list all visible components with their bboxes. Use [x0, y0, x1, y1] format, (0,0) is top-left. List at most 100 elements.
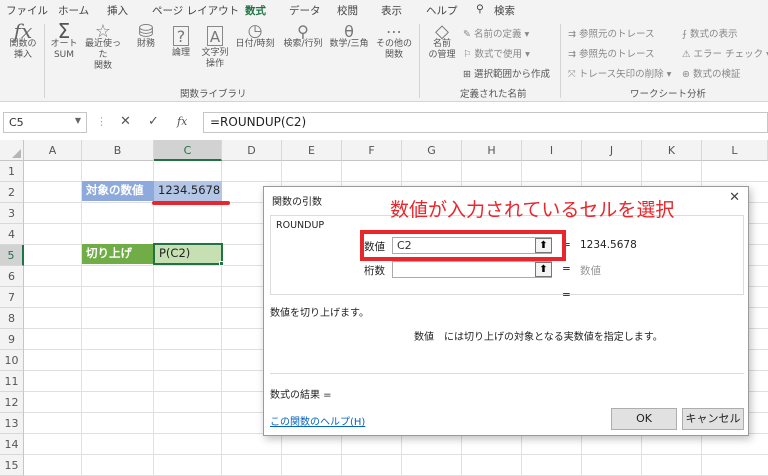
formula-result-label: 数式の結果 = — [270, 390, 332, 401]
cell-c5-active[interactable]: P(C2) — [153, 243, 223, 265]
arg2-label: 桁数 — [364, 265, 385, 277]
row-header-12[interactable]: 12 — [0, 392, 24, 413]
column-header-l[interactable]: L — [702, 140, 768, 161]
lookup-label: 検索/行列 — [283, 39, 323, 49]
lookup-button[interactable]: ⚲ 検索/行列 — [280, 22, 326, 50]
tab-page-layout[interactable]: ページ レイアウト — [152, 3, 239, 18]
autosum-label: オート SUM — [50, 39, 78, 60]
define-name-button[interactable]: ✎ 名前の定義 ▾ — [463, 26, 529, 40]
column-header-c[interactable]: C — [154, 140, 222, 161]
column-header-b[interactable]: B — [82, 140, 154, 161]
row-header-6[interactable]: 6 — [0, 266, 24, 287]
evaluate-formula-button[interactable]: ⊛ 数式の検証 — [682, 66, 741, 80]
column-gridline — [153, 161, 154, 476]
formula-input[interactable]: =ROUNDUP(C2) — [203, 112, 768, 133]
cancel-icon[interactable]: ✕ — [120, 114, 131, 129]
tab-home[interactable]: ホーム — [58, 3, 89, 18]
use-in-formula-button[interactable]: ⚐ 数式で使用 ▾ — [463, 46, 530, 60]
datetime-label: 日付/時刻 — [235, 39, 275, 49]
tab-help[interactable]: ヘルプ — [426, 3, 458, 18]
row-header-7[interactable]: 7 — [0, 287, 24, 308]
row-header-2[interactable]: 2 — [0, 182, 24, 203]
help-link[interactable]: この関数のヘルプ(H) — [270, 413, 365, 428]
ok-button[interactable]: OK — [611, 408, 677, 430]
show-formulas-button[interactable]: ⨍ 数式の表示 — [682, 26, 738, 40]
column-header-g[interactable]: G — [402, 140, 462, 161]
highlight-box — [360, 230, 566, 261]
tab-formulas[interactable]: 数式 — [245, 3, 266, 22]
column-header-d[interactable]: D — [222, 140, 282, 161]
close-icon[interactable]: ✕ — [729, 190, 740, 205]
column-header-f[interactable]: F — [342, 140, 402, 161]
function-arguments-dialog: 関数の引数 ✕ ROUNDUP 数値 C2 ⬆ = 1234.5678 桁数 ⬆… — [263, 186, 749, 436]
name-manager-button[interactable]: ◇ 名前 の管理 — [424, 23, 460, 61]
logical-button[interactable]: ? 論理 — [164, 26, 198, 59]
create-from-selection-button[interactable]: ⊞ 選択範囲から作成 — [463, 66, 550, 80]
arg1-result: 1234.5678 — [580, 239, 637, 251]
text-button[interactable]: A 文字列 操作 — [199, 26, 231, 70]
tab-review[interactable]: 校閲 — [337, 3, 358, 18]
more-functions-button[interactable]: ⋯ その他の 関数 — [373, 24, 415, 61]
collapse-dialog-icon-2[interactable]: ⬆ — [535, 262, 552, 277]
tab-search[interactable]: 検索 — [494, 3, 515, 18]
cell-b5[interactable]: 切り上げ — [82, 244, 154, 264]
more-functions-label: その他の 関数 — [375, 39, 412, 60]
group-label-function-library: 関数ライブラリ — [180, 89, 247, 100]
tab-view[interactable]: 表示 — [381, 3, 402, 18]
cell-b2[interactable]: 対象の数値 — [82, 181, 154, 201]
cancel-button[interactable]: キャンセル — [682, 408, 744, 430]
column-header-e[interactable]: E — [282, 140, 342, 161]
trace-precedents-button[interactable]: ⇉ 参照元のトレース — [568, 26, 655, 40]
math-button[interactable]: θ 数学/三角 — [326, 24, 372, 50]
column-header-j[interactable]: J — [582, 140, 642, 161]
clock-icon: ◷ — [247, 21, 263, 41]
name-box-value: C5 — [9, 116, 24, 129]
row-header-5[interactable]: 5 — [0, 245, 24, 266]
fill-handle[interactable] — [219, 261, 224, 266]
remove-arrows-button[interactable]: ⤧ トレース矢印の削除 ▾ — [568, 66, 671, 80]
fx-icon[interactable]: fx — [177, 115, 187, 128]
remove-arrows-label: トレース矢印の削除 — [578, 69, 664, 80]
financial-button[interactable]: ⛁ 財務 — [128, 23, 164, 50]
chevron-down-icon: ▼ — [74, 116, 81, 125]
argument-description: 数値 には切り上げの対象となる実数値を指定します。 — [414, 332, 663, 343]
question-icon: ? — [173, 26, 189, 46]
row-header-4[interactable]: 4 — [0, 224, 24, 245]
select-all-corner[interactable] — [0, 140, 24, 161]
column-header-i[interactable]: I — [522, 140, 582, 161]
math-label: 数学/三角 — [329, 39, 369, 49]
tab-insert[interactable]: 挿入 — [107, 3, 128, 18]
recent-functions-button[interactable]: ☆ 最近使った 関数 — [82, 23, 124, 72]
autosum-button[interactable]: Σ オート SUM — [48, 21, 80, 61]
trace-dependents-button[interactable]: ⇉ 参照先のトレース — [568, 46, 655, 60]
row-header-15[interactable]: 15 — [0, 455, 24, 476]
row-header-1[interactable]: 1 — [0, 161, 24, 182]
column-header-h[interactable]: H — [462, 140, 522, 161]
cell-c2[interactable]: 1234.5678 — [154, 181, 222, 201]
annotation-text: 数値が入力されているセルを選択 — [390, 199, 675, 221]
magnifier-icon: ⚲ — [297, 22, 309, 41]
function-name: ROUNDUP — [276, 220, 325, 231]
evaluate-formula-label: 数式の検証 — [692, 69, 741, 80]
row-header-3[interactable]: 3 — [0, 203, 24, 224]
row-header-11[interactable]: 11 — [0, 371, 24, 392]
row-header-14[interactable]: 14 — [0, 434, 24, 455]
recent-functions-label: 最近使った 関数 — [84, 39, 121, 71]
search-icon[interactable]: ⚲ — [476, 3, 484, 15]
tab-file[interactable]: ファイル — [6, 3, 48, 18]
row-header-8[interactable]: 8 — [0, 308, 24, 329]
column-header-a[interactable]: A — [24, 140, 82, 161]
enter-icon[interactable]: ✓ — [148, 114, 159, 129]
tab-data[interactable]: データ — [289, 3, 321, 18]
trace-dependents-label: 参照先のトレース — [578, 49, 655, 60]
datetime-button[interactable]: ◷ 日付/時刻 — [232, 21, 278, 50]
row-header-10[interactable]: 10 — [0, 350, 24, 371]
row-header-9[interactable]: 9 — [0, 329, 24, 350]
error-check-button[interactable]: ⚠ エラー チェック ▾ — [682, 46, 768, 60]
logical-label: 論理 — [171, 48, 190, 58]
insert-function-button[interactable]: fx 関数の 挿入 — [6, 21, 40, 61]
row-header-13[interactable]: 13 — [0, 413, 24, 434]
column-header-k[interactable]: K — [642, 140, 702, 161]
name-box[interactable]: C5 ▼ — [3, 112, 87, 133]
arg2-input[interactable] — [392, 261, 552, 278]
